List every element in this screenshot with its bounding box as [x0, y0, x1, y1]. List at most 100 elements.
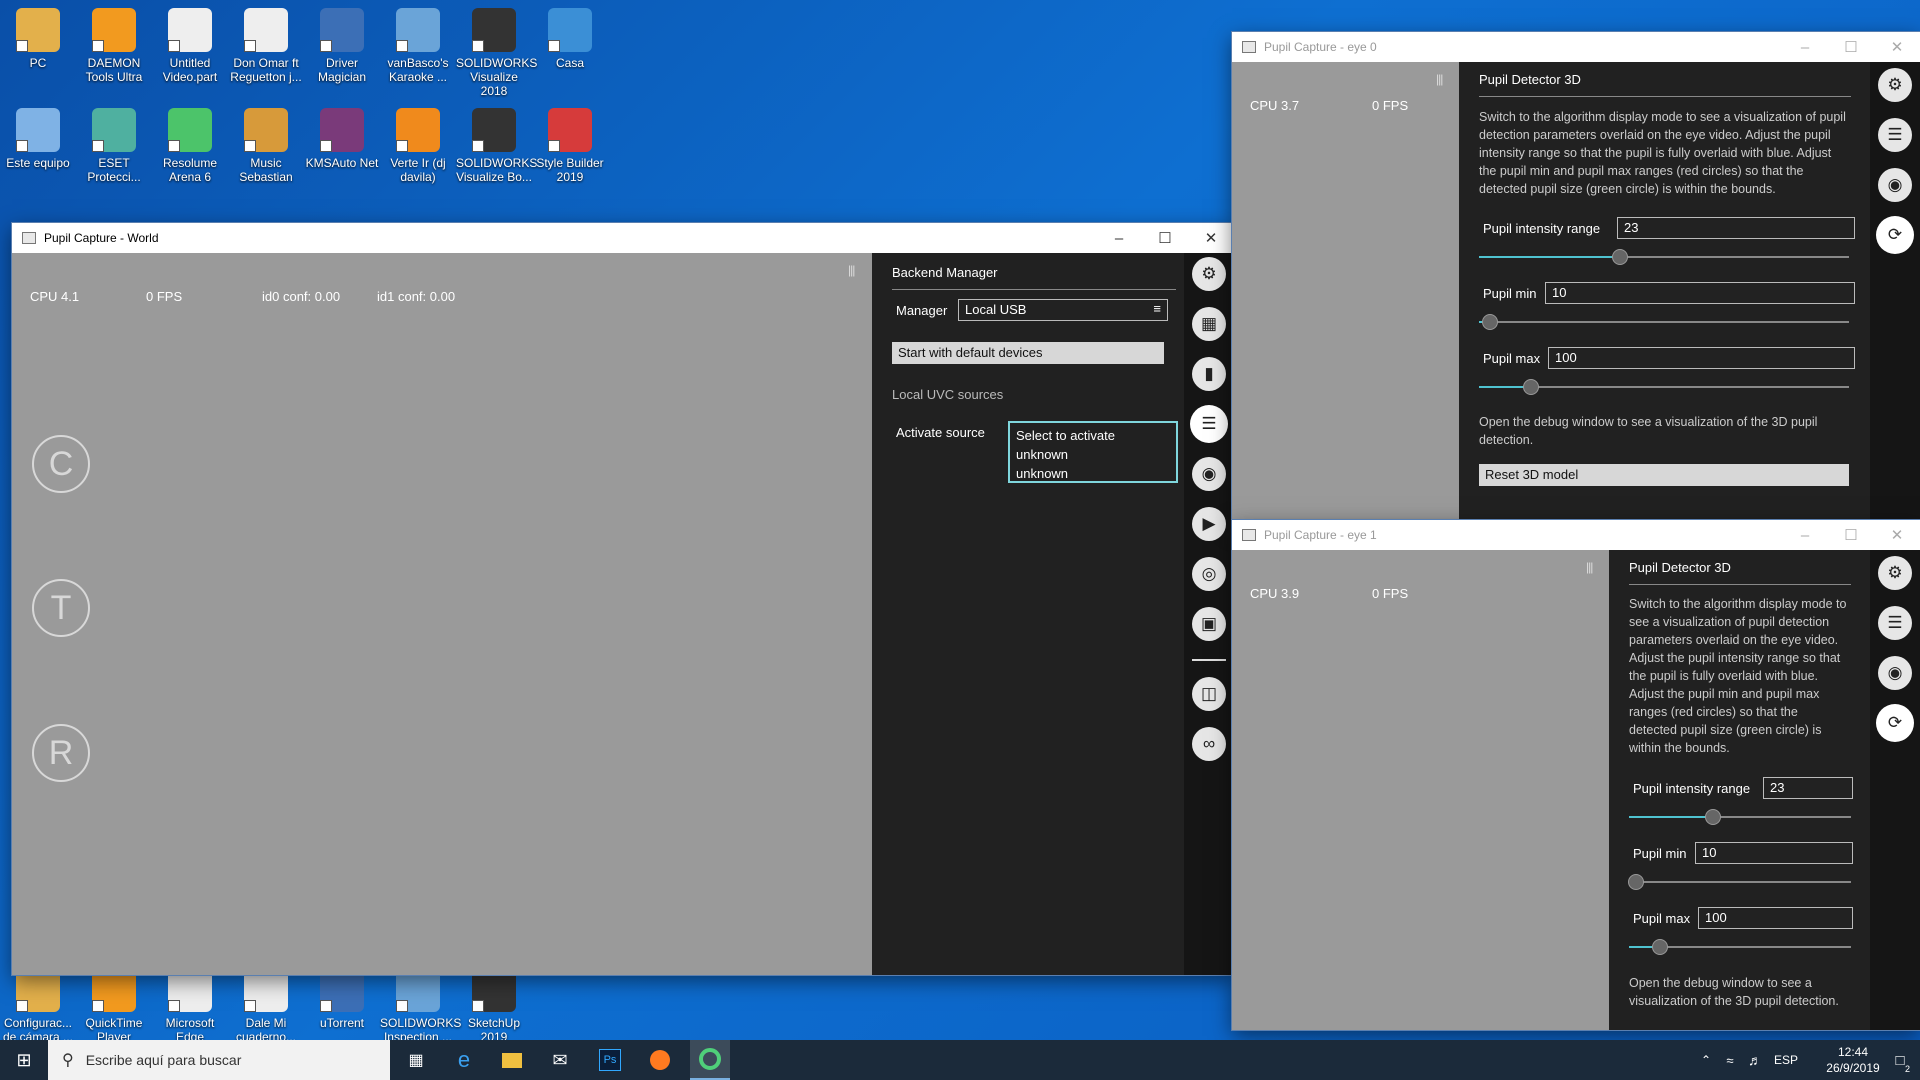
list-icon[interactable]: ☰: [1192, 407, 1226, 441]
desktop-icon[interactable]: SOLIDWORKS Visualize Bo...: [456, 108, 537, 184]
desktop-icon[interactable]: Este equipo: [0, 108, 76, 170]
maximize-button[interactable]: ☐: [1828, 32, 1874, 62]
language-indicator[interactable]: ESP: [1770, 1040, 1802, 1080]
activate-source-list[interactable]: Select to activate unknown unknown: [1008, 421, 1178, 483]
option-unknown-2[interactable]: unknown: [1016, 464, 1170, 483]
desktop-icon[interactable]: Style Builder 2019: [532, 108, 608, 184]
desktop-icon[interactable]: Don Omar ft Reguetton j...: [228, 8, 304, 84]
intensity-slider-knob[interactable]: [1705, 809, 1722, 825]
record-button[interactable]: R: [32, 724, 90, 782]
desktop-icon[interactable]: SketchUp 2019: [456, 968, 532, 1044]
intensity-slider-fill: [1629, 816, 1714, 818]
pupil-max-field[interactable]: 100: [1548, 347, 1855, 369]
file-explorer-icon[interactable]: [492, 1040, 532, 1080]
desktop-icon[interactable]: Microsoft Edge: [152, 968, 228, 1044]
calibrate-button[interactable]: C: [32, 435, 90, 493]
task-view-icon[interactable]: ▦: [396, 1040, 436, 1080]
menu-grip-icon[interactable]: |||: [848, 263, 855, 277]
mail-icon[interactable]: ✉: [540, 1040, 580, 1080]
photoshop-icon[interactable]: Ps: [590, 1040, 630, 1080]
desktop-icon[interactable]: Driver Magician: [304, 8, 380, 84]
edge-icon[interactable]: e: [444, 1040, 484, 1080]
desktop-icon[interactable]: Configurac... de cámara ...: [0, 968, 76, 1044]
desktop-icon[interactable]: Untitled Video.part: [152, 8, 228, 84]
minimize-button[interactable]: –: [1782, 520, 1828, 550]
desktop-icon[interactable]: QuickTime Player: [76, 968, 152, 1044]
desktop-icon[interactable]: KMSAuto Net: [304, 108, 380, 170]
desktop-icon[interactable]: uTorrent: [304, 968, 380, 1030]
manager-select[interactable]: Local USB ≡: [958, 299, 1168, 321]
link-icon[interactable]: ∞: [1192, 727, 1226, 761]
chevron-up-icon[interactable]: ⌃: [1694, 1040, 1718, 1080]
close-button[interactable]: ✕: [1874, 32, 1920, 62]
record-icon[interactable]: ◎: [1192, 557, 1226, 591]
desktop-icon[interactable]: DAEMON Tools Ultra: [76, 8, 152, 84]
cast-icon[interactable]: ◫: [1192, 677, 1226, 711]
pupil-min-field[interactable]: 10: [1545, 282, 1855, 304]
desktop-icon[interactable]: vanBasco's Karaoke ...: [380, 8, 456, 84]
network-icon[interactable]: ≈: [1718, 1040, 1742, 1080]
gear-icon[interactable]: ⚙: [1878, 68, 1912, 102]
eye0-video-area[interactable]: ||| CPU 3.7 0 FPS: [1232, 62, 1459, 521]
minimize-button[interactable]: –: [1096, 223, 1142, 253]
menu-grip-icon[interactable]: |||: [1586, 560, 1593, 574]
close-button[interactable]: ✕: [1874, 520, 1920, 550]
eye0-titlebar[interactable]: Pupil Capture - eye 0 – ☐ ✕: [1232, 32, 1920, 62]
pupil-min-slider-knob[interactable]: [1482, 314, 1499, 330]
start-button[interactable]: ⊞: [0, 1040, 48, 1080]
pupil-max-label: Pupil max: [1483, 351, 1541, 366]
pupil-max-slider-knob[interactable]: [1522, 379, 1539, 395]
close-button[interactable]: ✕: [1188, 223, 1234, 253]
pupil-max-slider-knob[interactable]: [1652, 939, 1669, 955]
pupil-min-slider[interactable]: [1479, 321, 1849, 323]
start-default-devices-button[interactable]: Start with default devices: [892, 342, 1164, 364]
intensity-field[interactable]: 23: [1617, 217, 1855, 239]
search-box[interactable]: ⚲ Escribe aquí para buscar: [48, 1040, 390, 1080]
desktop-icon[interactable]: PC: [0, 8, 76, 70]
video-camera-icon[interactable]: ▶: [1192, 507, 1226, 541]
reset-3d-model-button[interactable]: Reset 3D model: [1479, 464, 1849, 486]
desktop-icon[interactable]: SOLIDWORKS Inspection ...: [380, 968, 461, 1044]
pupil-min-slider[interactable]: [1629, 881, 1851, 883]
list-icon[interactable]: ☰: [1878, 118, 1912, 152]
maximize-button[interactable]: ☐: [1142, 223, 1188, 253]
pupil-min-slider-knob[interactable]: [1627, 874, 1644, 890]
menu-grip-icon[interactable]: |||: [1436, 72, 1443, 86]
world-video-area[interactable]: ||| CPU 4.1 0 FPS id0 conf: 0.00 id1 con…: [12, 253, 872, 975]
desktop-icon[interactable]: Casa: [532, 8, 608, 70]
desktop-icon[interactable]: Resolume Arena 6: [152, 108, 228, 184]
list-icon[interactable]: ☰: [1878, 606, 1912, 640]
eye1-titlebar[interactable]: Pupil Capture - eye 1 – ☐ ✕: [1232, 520, 1920, 550]
option-select[interactable]: Select to activate: [1016, 426, 1170, 445]
firefox-icon[interactable]: [640, 1040, 680, 1080]
option-unknown-1[interactable]: unknown: [1016, 445, 1170, 464]
focus-icon[interactable]: ▣: [1192, 607, 1226, 641]
notifications-icon[interactable]: □ 2: [1880, 1040, 1920, 1080]
volume-icon[interactable]: ♬: [1742, 1040, 1768, 1080]
app-shortcut-icon: [168, 8, 212, 52]
camera-icon[interactable]: ◉: [1192, 457, 1226, 491]
gear-icon[interactable]: ⚙: [1192, 257, 1226, 291]
intensity-slider-knob[interactable]: [1611, 249, 1628, 265]
camera-icon[interactable]: ◉: [1878, 656, 1912, 690]
desktop-icon[interactable]: ESET Protecci...: [76, 108, 152, 184]
pupil-3d-icon[interactable]: ⟳: [1878, 218, 1912, 252]
pupil-min-field[interactable]: 10: [1695, 842, 1853, 864]
bar-chart-icon[interactable]: ▮: [1192, 357, 1226, 391]
desktop-icon[interactable]: Music Sebastian: [228, 108, 304, 184]
eye1-video-area[interactable]: ||| CPU 3.9 0 FPS: [1232, 550, 1609, 1030]
test-button[interactable]: T: [32, 579, 90, 637]
maximize-button[interactable]: ☐: [1828, 520, 1874, 550]
pupil-3d-icon[interactable]: ⟳: [1878, 706, 1912, 740]
grid-icon[interactable]: ▦: [1192, 307, 1226, 341]
desktop-icon[interactable]: Dale Mi cuaderno...: [228, 968, 304, 1044]
desktop-icon[interactable]: SOLIDWORKS Visualize 2018: [456, 8, 537, 98]
camera-icon[interactable]: ◉: [1878, 168, 1912, 202]
minimize-button[interactable]: –: [1782, 32, 1828, 62]
gear-icon[interactable]: ⚙: [1878, 556, 1912, 590]
intensity-field[interactable]: 23: [1763, 777, 1853, 799]
desktop-icon[interactable]: Verte Ir (dj davila): [380, 108, 456, 184]
world-titlebar[interactable]: Pupil Capture - World – ☐ ✕: [12, 223, 1234, 253]
pupil-max-field[interactable]: 100: [1698, 907, 1853, 929]
pupil-capture-icon[interactable]: [690, 1040, 730, 1080]
